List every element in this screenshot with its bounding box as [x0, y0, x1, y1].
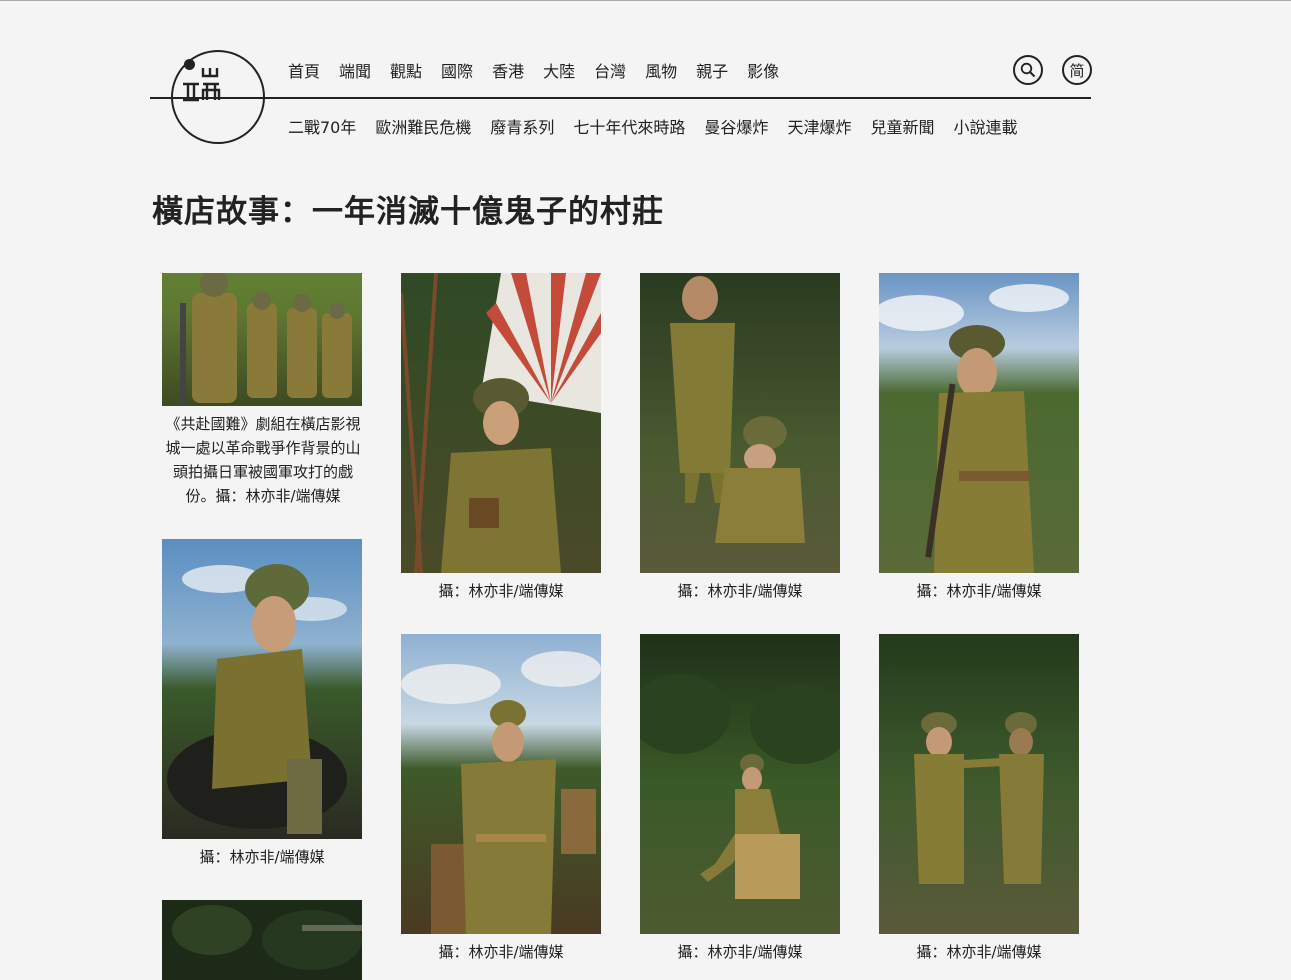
- nav-item-taiwan[interactable]: 台灣: [594, 58, 626, 82]
- gallery-photo-2[interactable]: [401, 273, 601, 573]
- initium-logo-icon: [183, 68, 221, 102]
- gallery-photo-9[interactable]: [162, 900, 362, 980]
- secondary-nav: 二戰70年 歐洲難民危機 廢青系列 七十年代來時路 曼谷爆炸 天津爆炸 兒童新聞…: [288, 114, 1036, 138]
- topic-refugee-crisis[interactable]: 歐洲難民危機: [375, 114, 471, 138]
- topic-serial-novel[interactable]: 小說連載: [953, 114, 1017, 138]
- top-border: [0, 0, 1291, 1]
- nav-item-hongkong[interactable]: 香港: [492, 58, 524, 82]
- search-button[interactable]: [1013, 55, 1043, 85]
- header-divider: [150, 97, 1091, 99]
- nav-item-news[interactable]: 端聞: [339, 58, 371, 82]
- photo-caption-6: 攝：林亦非/端傳媒: [438, 943, 564, 961]
- photo-caption-4: 攝：林亦非/端傳媒: [916, 582, 1042, 600]
- photo-caption-8: 攝：林亦非/端傳媒: [916, 943, 1042, 961]
- photo-caption-1: 《共赴國難》劇組在橫店影視城一處以革命戰爭作背景的山頭拍攝日軍被國軍攻打的戲份。…: [165, 415, 361, 505]
- photo-caption-3: 攝：林亦非/端傳媒: [677, 582, 803, 600]
- nav-item-parenting[interactable]: 親子: [696, 58, 728, 82]
- topic-ww2-70[interactable]: 二戰70年: [288, 114, 356, 138]
- nav-item-lifestyle[interactable]: 風物: [645, 58, 677, 82]
- photo-soldier-resting-chin: [162, 539, 362, 839]
- language-toggle-button[interactable]: 简: [1062, 55, 1092, 85]
- photo-soldier-walking-barrels: [401, 634, 601, 934]
- topic-children-news[interactable]: 兒童新聞: [870, 114, 934, 138]
- gallery-photo-1[interactable]: [162, 273, 362, 406]
- gallery-photo-3[interactable]: [640, 273, 840, 573]
- photo-caption-7: 攝：林亦非/端傳媒: [677, 943, 803, 961]
- gallery-photo-4[interactable]: [879, 273, 1079, 573]
- topic-bangkok-bombing[interactable]: 曼谷爆炸: [704, 114, 768, 138]
- photo-soldier-sitting-box: [640, 634, 840, 934]
- topic-youth-series[interactable]: 廢青系列: [490, 114, 554, 138]
- gallery-photo-8[interactable]: [879, 634, 1079, 934]
- primary-nav: 首頁 端聞 觀點 國際 香港 大陸 台灣 風物 親子 影像: [288, 58, 798, 82]
- photo-caption-2: 攝：林亦非/端傳媒: [438, 582, 564, 600]
- photo-caption-5: 攝：林亦非/端傳媒: [199, 848, 325, 866]
- photo-soldier-rising-sun-flag: [401, 273, 601, 573]
- nav-item-home[interactable]: 首頁: [288, 58, 320, 82]
- topic-seventies[interactable]: 七十年代來時路: [573, 114, 685, 138]
- article-title: 橫店故事：一年消滅十億鬼子的村莊: [152, 194, 664, 230]
- photo-soldier-with-rifle: [879, 273, 1079, 573]
- nav-item-photo[interactable]: 影像: [747, 58, 779, 82]
- nav-item-international[interactable]: 國際: [441, 58, 473, 82]
- gallery-photo-7[interactable]: [640, 634, 840, 934]
- topic-tianjin-explosion[interactable]: 天津爆炸: [787, 114, 851, 138]
- nav-item-opinion[interactable]: 觀點: [390, 58, 422, 82]
- gallery-photo-6[interactable]: [401, 634, 601, 934]
- photo-soldiers-lineup: [162, 273, 362, 406]
- gallery-photo-5[interactable]: [162, 539, 362, 839]
- photo-dark-foliage: [162, 900, 362, 980]
- photo-two-soldiers-standing: [879, 634, 1079, 934]
- search-icon: [1020, 62, 1036, 78]
- nav-item-mainland[interactable]: 大陸: [543, 58, 575, 82]
- photo-two-soldiers-crouching: [640, 273, 840, 573]
